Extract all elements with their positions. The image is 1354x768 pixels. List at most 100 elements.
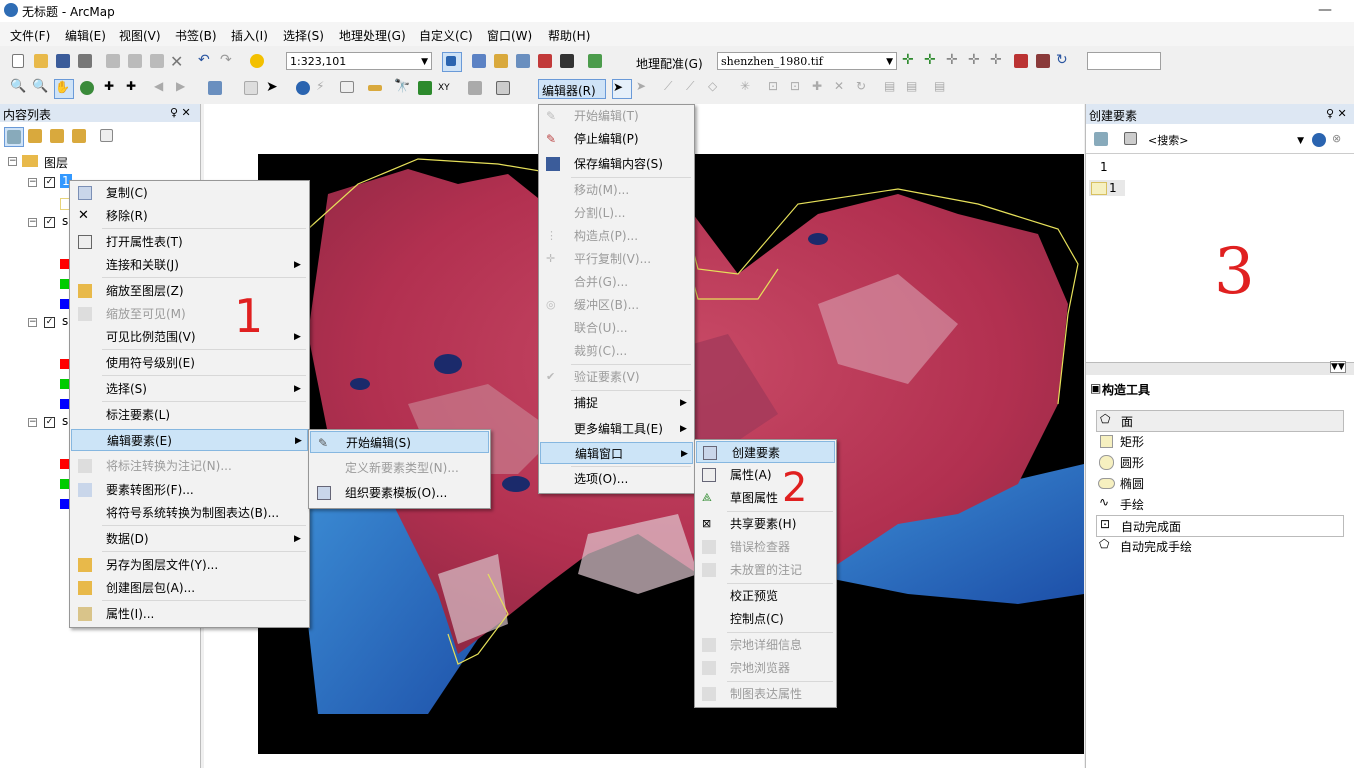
tool-polygon[interactable]: ⬠ 面 <box>1096 410 1344 432</box>
organize-templates-icon[interactable] <box>1092 130 1110 148</box>
list-by-visibility-icon[interactable] <box>48 127 66 145</box>
search-icon[interactable] <box>1310 131 1328 149</box>
layer-2-checkbox[interactable]: ✓ <box>44 217 55 228</box>
georef-layer-combo[interactable]: shenzhen_1980.tif ▼ <box>717 52 897 70</box>
undo-icon[interactable]: ↶ <box>198 52 216 70</box>
menu-insert[interactable]: 插入(I) <box>231 27 268 44</box>
menu-file[interactable]: 文件(F) <box>10 27 50 44</box>
go-to-xy-icon[interactable]: XY <box>438 79 456 97</box>
panel-pin-icon[interactable]: ♀ ✕ <box>1326 107 1347 120</box>
toc-pin-close[interactable]: ♀ ✕ <box>170 106 191 119</box>
forward-extent-icon[interactable]: ▶ <box>176 79 194 97</box>
menu-item-editing-windows[interactable]: 编辑窗口 ▶ <box>540 442 693 464</box>
menu-item-attributes[interactable]: 属性(A) <box>695 464 836 486</box>
tool-ellipse[interactable]: 椭圆 <box>1096 473 1342 493</box>
template-search-input[interactable]: <搜索> ▼ <box>1144 131 1308 149</box>
menu-item-use-symbol-levels[interactable]: 使用符号级别(E) <box>70 352 309 374</box>
layer-4-label[interactable]: s <box>62 414 68 428</box>
clear-selection-icon[interactable] <box>242 79 260 97</box>
select-elements-icon[interactable]: ➤ <box>266 79 284 97</box>
menu-item-properties[interactable]: 属性(I)... <box>70 603 309 625</box>
editor-menu-button[interactable]: 编辑器(R) <box>538 79 606 99</box>
tool-rectangle[interactable]: 矩形 <box>1096 431 1342 451</box>
fixed-zoom-in-icon[interactable]: ✚ <box>104 79 122 97</box>
layer-4-checkbox[interactable]: ✓ <box>44 417 55 428</box>
menu-item-more-editing-tools[interactable]: 更多编辑工具(E) ▶ <box>539 418 694 440</box>
menu-item-visible-scale-range[interactable]: 可见比例范围(V) ▶ <box>70 326 309 348</box>
edit-annotation-icon[interactable]: ➤ <box>636 79 654 97</box>
help-icon[interactable]: ⊗ <box>1332 131 1350 149</box>
html-popup-icon[interactable] <box>338 79 356 97</box>
open-folder-icon[interactable] <box>32 52 50 70</box>
layer-2-label[interactable]: s <box>62 214 68 228</box>
menu-item-features-to-graphics[interactable]: 要素转图形(F)... <box>70 479 309 501</box>
menu-item-edit-features[interactable]: 编辑要素(E) ▶ <box>71 429 308 451</box>
panel-splitter[interactable]: ▼▼ <box>1086 361 1354 375</box>
print-icon[interactable] <box>76 52 94 70</box>
rotate-icon[interactable]: ↻ <box>856 79 874 97</box>
menu-item-adjustment-preview[interactable]: 校正预览 <box>695 585 836 607</box>
delete-icon[interactable]: ✕ <box>170 52 188 71</box>
menu-item-save-edits[interactable]: 保存编辑内容(S) <box>539 153 694 175</box>
delete-links-icon[interactable]: ✛ <box>990 52 1008 70</box>
menu-bookmarks[interactable]: 书签(B) <box>175 27 217 44</box>
menu-item-control-points[interactable]: 控制点(C) <box>695 608 836 630</box>
point-icon[interactable]: ✳ <box>740 79 758 97</box>
menu-item-create-layer-package[interactable]: 创建图层包(A)... <box>70 577 309 599</box>
copy-icon[interactable] <box>126 52 144 70</box>
layer-1-checkbox[interactable]: ✓ <box>44 177 55 188</box>
split-icon[interactable]: ✕ <box>834 79 852 97</box>
collapse-layer-4-icon[interactable]: − <box>28 418 37 427</box>
minimize-button[interactable]: — <box>1318 2 1332 18</box>
collapse-layer-1-icon[interactable]: − <box>28 178 37 187</box>
menu-item-sketch-properties[interactable]: ⟁ 草图属性 <box>695 487 836 509</box>
paste-icon[interactable] <box>148 52 166 70</box>
template-filter-icon[interactable] <box>1122 130 1140 148</box>
measure-icon[interactable] <box>366 79 384 97</box>
find-icon[interactable]: 🔭 <box>394 79 412 97</box>
menu-item-zoom-to-layer[interactable]: 缩放至图层(Z) <box>70 280 309 302</box>
new-document-icon[interactable] <box>10 52 28 70</box>
menu-view[interactable]: 视图(V) <box>119 27 161 44</box>
menu-item-organize-templates[interactable]: 组织要素模板(O)... <box>309 482 490 504</box>
redo-icon[interactable]: ↷ <box>220 52 238 70</box>
editor-toolbar-icon[interactable] <box>442 52 462 72</box>
add-control-points-icon[interactable]: ✛ <box>902 52 920 70</box>
rotate-tool-icon[interactable]: ✛ <box>946 52 964 70</box>
collapse-layer-3-icon[interactable]: − <box>28 318 37 327</box>
splitter-collapse-icon[interactable]: ▼▼ <box>1330 361 1346 373</box>
back-extent-icon[interactable]: ◀ <box>154 79 172 97</box>
zoom-in-icon[interactable]: 🔍 <box>10 79 28 97</box>
menu-item-shared-features[interactable]: ⊠ 共享要素(H) <box>695 513 836 535</box>
select-features-icon[interactable] <box>206 79 224 97</box>
trace-icon[interactable]: ◇ <box>708 79 726 97</box>
menu-item-open-attribute-table[interactable]: 打开属性表(T) <box>70 231 309 253</box>
georef-value-input[interactable] <box>1087 52 1161 70</box>
cut-polygons-icon[interactable]: ✚ <box>812 79 830 97</box>
tool-autocomplete-polygon[interactable]: ⊡ 自动完成面 <box>1096 515 1344 537</box>
menu-windows[interactable]: 窗口(W) <box>487 27 532 44</box>
find-route-icon[interactable] <box>416 79 434 97</box>
menu-item-options[interactable]: 选项(O)... <box>539 468 694 490</box>
reshape-icon[interactable]: ⊡ <box>790 79 808 97</box>
tool-autocomplete-freehand[interactable]: ⬠ 自动完成手绘 <box>1096 536 1342 556</box>
menu-selection[interactable]: 选择(S) <box>283 27 324 44</box>
add-data-icon[interactable] <box>248 52 266 70</box>
menu-item-data[interactable]: 数据(D) ▶ <box>70 528 309 550</box>
menu-geoprocessing[interactable]: 地理处理(G) <box>339 27 406 44</box>
collapse-layer-2-icon[interactable]: − <box>28 218 37 227</box>
menu-item-snapping[interactable]: 捕捉 ▶ <box>539 392 694 414</box>
list-by-source-icon[interactable] <box>26 127 44 145</box>
menu-customize[interactable]: 自定义(C) <box>419 27 473 44</box>
menu-help[interactable]: 帮助(H) <box>548 27 590 44</box>
list-by-selection-icon[interactable] <box>70 127 88 145</box>
menu-item-copy[interactable]: 复制(C) <box>70 182 309 204</box>
tool-circle[interactable]: 圆形 <box>1096 452 1342 472</box>
create-viewer-window-icon[interactable] <box>494 79 512 97</box>
menu-item-label-features[interactable]: 标注要素(L) <box>70 404 309 426</box>
search-window-icon[interactable] <box>514 52 532 70</box>
menu-item-start-editing[interactable]: ✎ 开始编辑(S) <box>310 431 489 453</box>
layer-3-checkbox[interactable]: ✓ <box>44 317 55 328</box>
viewer-icon[interactable] <box>1012 52 1030 70</box>
menu-item-create-features[interactable]: 创建要素 <box>696 441 835 463</box>
